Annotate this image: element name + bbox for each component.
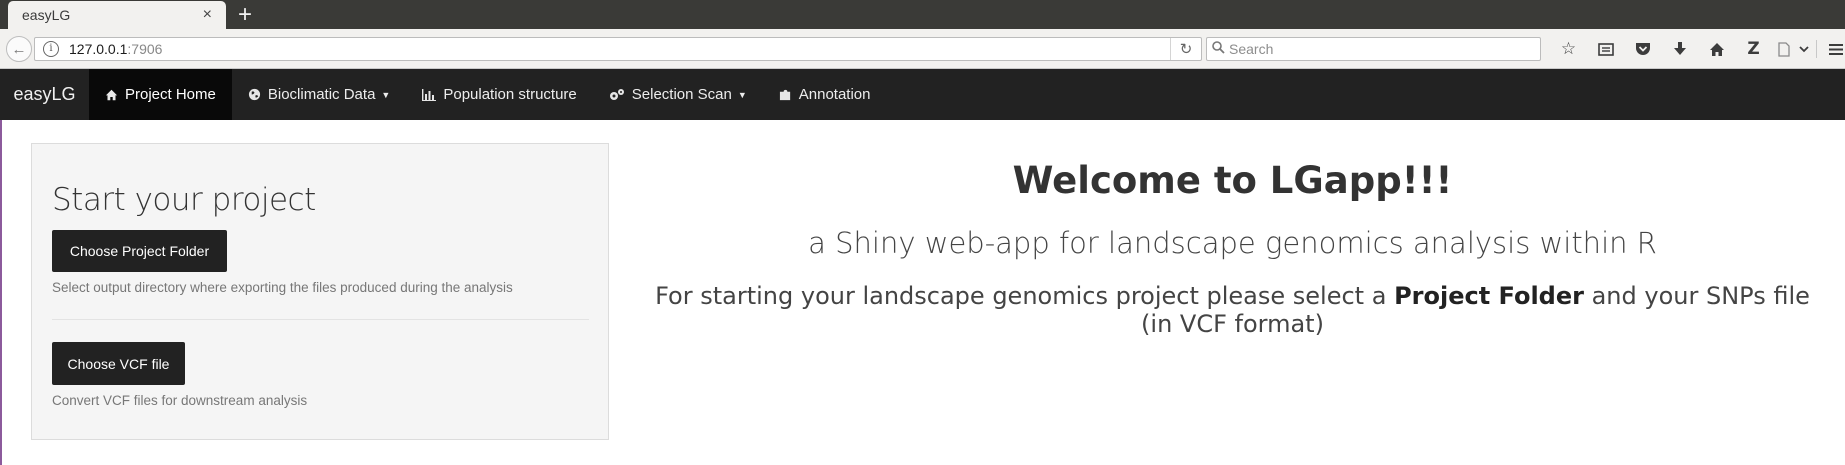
- hamburger-menu-icon[interactable]: [1821, 37, 1845, 61]
- browser-toolbar-icons: ☆ Z: [1550, 37, 1845, 61]
- toolbar-divider: [1816, 40, 1817, 58]
- close-icon[interactable]: ×: [203, 6, 212, 24]
- vcf-help-text: Convert VCF files for downstream analysi…: [52, 393, 308, 408]
- browser-toolbar: ← i 127.0.0.1:7906 ↻ Search ☆ Z: [0, 29, 1845, 69]
- cogs-icon: [609, 88, 625, 101]
- globe-icon: [248, 88, 261, 101]
- reload-icon: ↻: [1179, 41, 1193, 58]
- home-icon: [105, 89, 118, 101]
- nav-population-structure[interactable]: Population structure: [406, 69, 592, 120]
- reload-button[interactable]: ↻: [1170, 38, 1201, 60]
- instructions-text-start: For starting your landscape genomics pro…: [655, 282, 1395, 310]
- search-placeholder: Search: [1229, 41, 1274, 57]
- new-tab-button[interactable]: +: [232, 2, 258, 28]
- nav-annotation[interactable]: Annotation: [763, 69, 887, 120]
- welcome-instructions: For starting your landscape genomics pro…: [640, 282, 1825, 338]
- pocket-icon[interactable]: [1624, 37, 1661, 61]
- back-button[interactable]: ←: [6, 36, 32, 62]
- nav-label: Population structure: [443, 86, 577, 103]
- puzzle-icon: [779, 88, 792, 101]
- nav-label: Selection Scan: [631, 86, 732, 103]
- instructions-bold: Project Folder: [1394, 282, 1584, 310]
- nav-selection-scan[interactable]: Selection Scan ▼: [593, 69, 763, 120]
- nav-project-home[interactable]: Project Home: [89, 69, 232, 120]
- download-icon[interactable]: [1661, 37, 1698, 61]
- browser-tab[interactable]: easyLG ×: [8, 1, 226, 29]
- document-icon[interactable]: [1772, 37, 1796, 61]
- info-icon[interactable]: i: [43, 41, 59, 57]
- zotero-icon[interactable]: Z: [1735, 37, 1772, 61]
- nav-bioclimatic-data[interactable]: Bioclimatic Data ▼: [232, 69, 406, 120]
- divider: [52, 319, 589, 320]
- back-arrow-icon: ←: [11, 40, 27, 58]
- folder-help-text: Select output directory where exporting …: [52, 280, 513, 295]
- project-panel: Start your project Choose Project Folder…: [31, 143, 609, 440]
- chevron-down-icon[interactable]: [1796, 37, 1812, 61]
- url-port: :7906: [127, 41, 163, 57]
- reading-list-icon[interactable]: [1587, 37, 1624, 61]
- app-navbar: easyLG Project Home Bioclimatic Data ▼ P…: [0, 69, 1845, 120]
- panel-title: Start your project: [52, 182, 316, 218]
- choose-vcf-file-button[interactable]: Choose VCF file: [52, 342, 185, 385]
- caret-down-icon: ▼: [381, 89, 391, 100]
- nav-label: Bioclimatic Data: [267, 86, 376, 103]
- tab-title: easyLG: [22, 7, 71, 23]
- browser-tab-bar: easyLG × +: [0, 0, 1845, 29]
- welcome-title: Welcome to LGapp!!!: [1012, 159, 1453, 202]
- bookmark-star-icon[interactable]: ☆: [1550, 37, 1587, 61]
- welcome-subtitle: a Shiny web-app for landscape genomics a…: [808, 226, 1657, 260]
- search-icon: [1207, 41, 1229, 57]
- choose-project-folder-button[interactable]: Choose Project Folder: [52, 230, 227, 272]
- url-bar[interactable]: i 127.0.0.1:7906 ↻: [34, 37, 1202, 61]
- app-brand[interactable]: easyLG: [0, 69, 89, 120]
- home-icon[interactable]: [1698, 37, 1735, 61]
- caret-down-icon: ▼: [737, 89, 747, 100]
- url-host: 127.0.0.1: [69, 41, 128, 57]
- nav-label: Project Home: [125, 86, 216, 103]
- nav-label: Annotation: [798, 86, 871, 103]
- search-input[interactable]: Search: [1206, 37, 1541, 61]
- bar-chart-icon: [422, 88, 437, 101]
- window-edge: [0, 120, 2, 465]
